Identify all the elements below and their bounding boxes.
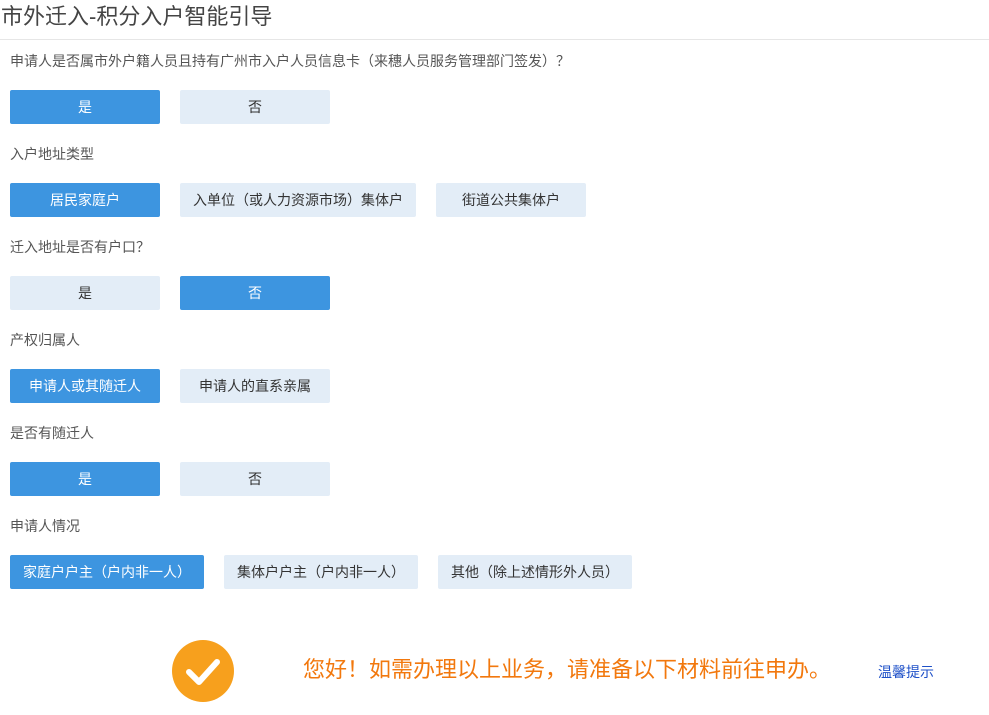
q4-option-applicant[interactable]: 申请人或其随迁人 [10,369,160,403]
q2-option-street-collective[interactable]: 街道公共集体户 [436,183,586,217]
page-title: 市外迁入-积分入户智能引导 [0,0,989,40]
q5-option-yes[interactable]: 是 [10,462,160,496]
question-2-label: 入户地址类型 [10,146,94,162]
q6-option-collective-head[interactable]: 集体户户主（户内非一人） [224,555,418,589]
q1-option-yes[interactable]: 是 [10,90,160,124]
check-circle-icon [172,640,234,702]
q4-option-relative[interactable]: 申请人的直系亲属 [180,369,330,403]
q1-option-no[interactable]: 否 [180,90,330,124]
question-6-label: 申请人情况 [10,518,80,534]
q2-option-resident-household[interactable]: 居民家庭户 [10,183,160,217]
q5-option-no[interactable]: 否 [180,462,330,496]
question-4-label: 产权归属人 [10,332,80,348]
q2-option-unit-collective[interactable]: 入单位（或人力资源市场）集体户 [180,183,416,217]
question-3-label: 迁入地址是否有户口？ [10,239,150,255]
q6-option-family-head[interactable]: 家庭户户主（户内非一人） [10,555,204,589]
result-message: 您好！如需办理以上业务，请准备以下材料前往申办。 [303,657,832,682]
question-5-label: 是否有随迁人 [10,425,94,441]
q3-option-no[interactable]: 否 [180,276,330,310]
q6-option-other[interactable]: 其他（除上述情形外人员） [438,555,632,589]
q3-option-yes[interactable]: 是 [10,276,160,310]
warm-tips-link[interactable]: 温馨提示 [878,662,934,682]
question-1-label: 申请人是否属市外户籍人员且持有广州市入户人员信息卡（来穗人员服务管理部门签发）？ [10,53,570,69]
